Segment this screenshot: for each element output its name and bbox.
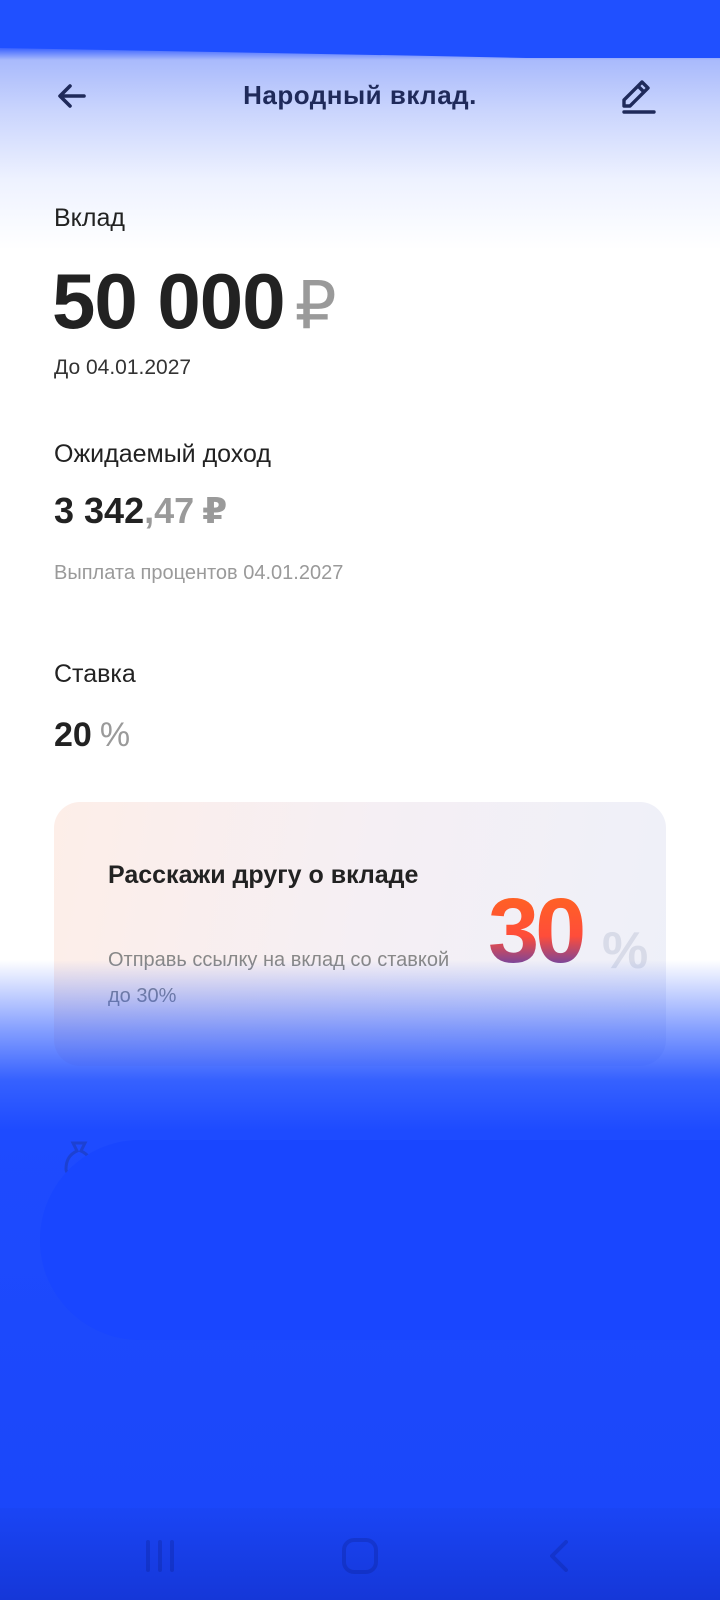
chevron-left-icon	[550, 1540, 568, 1572]
promo-title: Расскажи другу о вкладе	[108, 861, 419, 889]
overlay-shape	[40, 1140, 720, 1340]
deposit-screen: Народный вклад. Вклад 50 000 ₽ До 04.01.2…	[0, 0, 720, 1600]
recent-apps-button[interactable]	[130, 1526, 190, 1586]
page-title: Народный вклад.	[243, 80, 477, 110]
deposit-label: Вклад	[54, 204, 125, 232]
home-button[interactable]	[330, 1526, 390, 1586]
top-blue-band	[0, 0, 720, 58]
deposit-end-date: До 04.01.2027	[54, 356, 192, 379]
deposit-currency: ₽	[294, 268, 337, 342]
rate-label: Ставка	[54, 660, 136, 688]
header: Народный вклад.	[0, 64, 720, 128]
edit-button[interactable]	[614, 72, 662, 120]
income-amount: 3 342,47 ₽	[54, 490, 227, 532]
nav-back-button[interactable]	[530, 1526, 590, 1586]
rate-value: 20%	[54, 716, 130, 755]
arrow-left-icon	[58, 84, 86, 108]
recent-apps-icon	[146, 1540, 174, 1572]
home-icon	[342, 1538, 378, 1574]
system-nav-bar	[0, 1508, 720, 1600]
pencil-icon	[622, 80, 656, 114]
back-button[interactable]	[48, 72, 96, 120]
income-label: Ожидаемый доход	[54, 440, 271, 468]
income-fraction: ,47	[144, 490, 195, 531]
income-currency: ₽	[202, 490, 228, 531]
rate-number: 20	[54, 716, 92, 754]
deposit-amount: 50 000 ₽	[52, 256, 337, 347]
deposit-amount-value: 50 000	[52, 257, 286, 345]
income-whole: 3 342	[54, 490, 145, 531]
payout-date: Выплата процентов 04.01.2027	[54, 562, 344, 584]
rate-unit: %	[99, 716, 131, 754]
